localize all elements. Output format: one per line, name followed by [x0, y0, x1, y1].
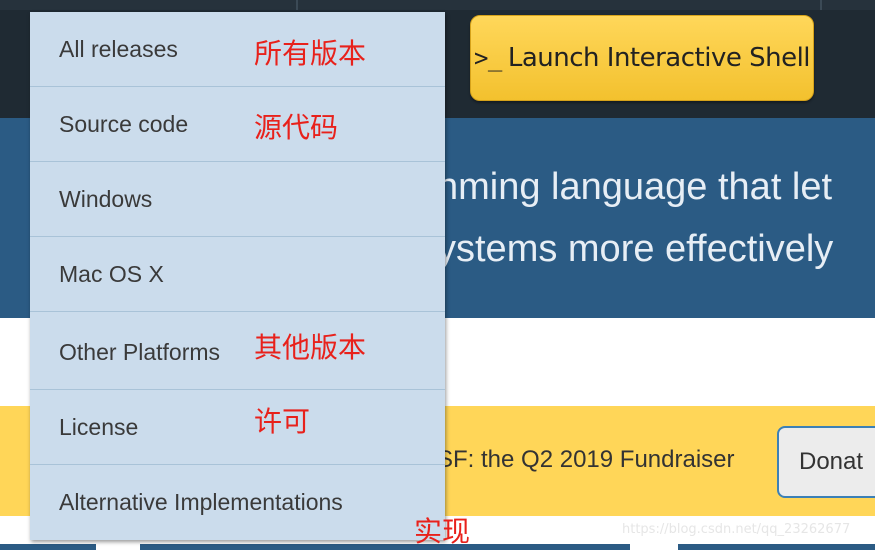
annotation-other-versions: 其他版本 — [254, 331, 367, 364]
menu-item-alternative-implementations[interactable]: Alternative Implementations — [30, 465, 445, 540]
annotation-all-versions: 所有版本 — [254, 37, 367, 70]
menu-separator — [296, 0, 298, 10]
annotation-license: 许可 — [254, 405, 311, 438]
donate-label: Donat — [799, 448, 864, 475]
launch-shell-label: Launch Interactive Shell — [507, 43, 811, 73]
watermark: https://blog.csdn.net/qq_23262677 — [622, 522, 851, 537]
menu-item-all-releases[interactable]: All releases — [30, 12, 445, 87]
menu-separator — [820, 0, 822, 10]
annotation-source-code: 源代码 — [254, 111, 339, 144]
terminal-prompt-icon: >_ — [473, 44, 502, 72]
bottom-nav-segment — [0, 544, 96, 550]
launch-interactive-shell-button[interactable]: >_ Launch Interactive Shell — [470, 15, 814, 101]
fundraiser-text: SF: the Q2 2019 Fundraiser — [437, 446, 735, 473]
menu-item-other-platforms[interactable]: Other Platforms — [30, 315, 445, 390]
menu-item-source-code[interactable]: Source code — [30, 87, 445, 162]
downloads-dropdown-menu: All releases Source code Windows Mac OS … — [30, 12, 445, 540]
hero-tagline-line-1: nming language that let — [437, 166, 833, 208]
menu-item-license[interactable]: License — [30, 390, 445, 465]
menu-item-windows[interactable]: Windows — [30, 162, 445, 237]
bottom-nav-segment — [140, 544, 630, 550]
donate-button[interactable]: Donat — [777, 426, 875, 498]
top-menu-strip — [0, 0, 875, 10]
annotation-implementation: 实现 — [414, 515, 471, 548]
bottom-nav-segment — [678, 544, 875, 550]
menu-item-mac-os-x[interactable]: Mac OS X — [30, 237, 445, 312]
hero-tagline-line-2: ystems more effectively — [437, 228, 834, 270]
